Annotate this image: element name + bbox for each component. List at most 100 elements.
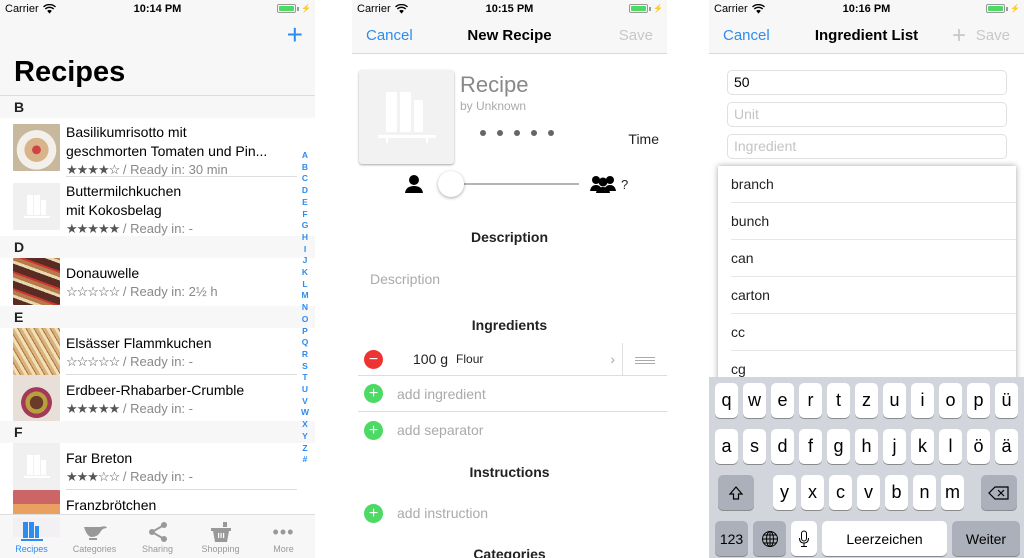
reorder-handle-icon[interactable] [635, 357, 655, 366]
index-letter[interactable]: B [299, 162, 311, 174]
key-f[interactable]: f [799, 429, 822, 464]
index-letter[interactable]: P [299, 326, 311, 338]
index-letter[interactable]: O [299, 314, 311, 326]
dictation-key[interactable] [791, 521, 817, 556]
rating-dot[interactable] [548, 130, 554, 136]
index-letter[interactable]: T [299, 372, 311, 384]
key-x[interactable]: x [801, 475, 824, 510]
index-letter[interactable]: W [299, 407, 311, 419]
key-ä[interactable]: ä [995, 429, 1018, 464]
rating-dot[interactable] [497, 130, 503, 136]
add-button[interactable]: + [952, 22, 966, 50]
index-letter[interactable]: E [299, 197, 311, 209]
key-u[interactable]: u [883, 383, 906, 418]
index-letter[interactable]: G [299, 220, 311, 232]
key-d[interactable]: d [771, 429, 794, 464]
key-r[interactable]: r [799, 383, 822, 418]
key-h[interactable]: h [855, 429, 878, 464]
recipe-list[interactable]: B Basilikumrisotto mit geschmorten Tomat… [0, 96, 315, 537]
numbers-key[interactable]: 123 [715, 521, 748, 556]
index-letter[interactable]: S [299, 361, 311, 373]
key-i[interactable]: i [911, 383, 934, 418]
key-c[interactable]: c [829, 475, 852, 510]
key-w[interactable]: w [743, 383, 766, 418]
save-button[interactable]: Save [619, 27, 653, 44]
index-letter[interactable]: F [299, 209, 311, 221]
index-letter[interactable]: A [299, 150, 311, 162]
rating-dot[interactable] [531, 130, 537, 136]
amount-field[interactable]: 50 [727, 70, 1007, 95]
recipe-row[interactable]: Erdbeer-Rhabarber-Crumble ★★★★★ / Ready … [0, 375, 315, 421]
globe-key[interactable] [753, 521, 786, 556]
rating-dot[interactable] [480, 130, 486, 136]
shift-key[interactable] [718, 475, 754, 510]
suggestion-item[interactable]: carton [731, 277, 1016, 314]
key-o[interactable]: o [939, 383, 962, 418]
add-separator-row[interactable]: + add separator [358, 412, 667, 448]
key-g[interactable]: g [827, 429, 850, 464]
index-letter[interactable]: Z [299, 443, 311, 455]
ingredient-field[interactable]: Ingredient [727, 134, 1007, 159]
key-q[interactable]: q [715, 383, 738, 418]
index-letter[interactable]: K [299, 267, 311, 279]
key-s[interactable]: s [743, 429, 766, 464]
suggestion-item[interactable]: cc [731, 314, 1016, 351]
suggestion-item[interactable]: branch [731, 166, 1016, 203]
rating-control[interactable] [480, 130, 554, 136]
index-letter[interactable]: M [299, 290, 311, 302]
save-button[interactable]: Save [976, 27, 1010, 44]
key-y[interactable]: y [773, 475, 796, 510]
slider-knob[interactable] [438, 171, 464, 197]
recipe-photo-button[interactable] [359, 70, 454, 164]
index-letter[interactable]: V [299, 396, 311, 408]
index-letter[interactable]: X [299, 419, 311, 431]
description-field[interactable]: Description [370, 271, 440, 287]
index-letter[interactable]: N [299, 302, 311, 314]
tab-more[interactable]: ••• More [252, 515, 315, 558]
rating-dot[interactable] [514, 130, 520, 136]
key-j[interactable]: j [883, 429, 906, 464]
index-letter[interactable]: H [299, 232, 311, 244]
key-l[interactable]: l [939, 429, 962, 464]
suggestion-item[interactable]: can [731, 240, 1016, 277]
recipe-row[interactable]: Buttermilchkuchen mit Kokosbelag ★★★★★ /… [0, 177, 315, 236]
delete-ingredient-button[interactable]: − [364, 349, 383, 369]
author-field[interactable]: by Unknown [460, 99, 526, 113]
space-key[interactable]: Leerzeichen [822, 521, 947, 556]
key-b[interactable]: b [885, 475, 908, 510]
delete-key[interactable] [981, 475, 1017, 510]
recipe-row[interactable]: Elsässer Flammkuchen ☆☆☆☆☆ / Ready in: - [0, 328, 315, 375]
index-letter[interactable]: R [299, 349, 311, 361]
recipe-name-field[interactable]: Recipe [460, 72, 528, 98]
key-n[interactable]: n [913, 475, 936, 510]
add-instruction-row[interactable]: + add instruction [358, 495, 667, 531]
key-e[interactable]: e [771, 383, 794, 418]
recipe-row[interactable]: Far Breton ★★★☆☆ / Ready in: - [0, 443, 315, 490]
tab-shopping[interactable]: Shopping [189, 515, 252, 558]
index-letter[interactable]: J [299, 255, 311, 267]
return-key[interactable]: Weiter [952, 521, 1020, 556]
recipe-row[interactable]: Donauwelle ☆☆☆☆☆ / Ready in: 2½ h [0, 258, 315, 306]
add-ingredient-row[interactable]: + add ingredient [358, 376, 667, 412]
index-letter[interactable]: C [299, 173, 311, 185]
tab-sharing[interactable]: Sharing [126, 515, 189, 558]
add-recipe-button[interactable]: + [287, 20, 303, 50]
index-letter[interactable]: D [299, 185, 311, 197]
tab-categories[interactable]: Categories [63, 515, 126, 558]
time-button[interactable]: Time [628, 131, 659, 147]
key-v[interactable]: v [857, 475, 880, 510]
key-ö[interactable]: ö [967, 429, 990, 464]
key-m[interactable]: m [941, 475, 964, 510]
section-index[interactable]: A B C D E F G H I J K L M N O P Q R S T U V W X Y Z # [299, 150, 311, 466]
index-letter[interactable]: Y [299, 431, 311, 443]
servings-slider[interactable]: ? [402, 170, 632, 198]
index-letter[interactable]: Q [299, 337, 311, 349]
ingredient-row[interactable]: − 100 g Flour › [358, 343, 667, 376]
tab-recipes[interactable]: Recipes [0, 515, 63, 558]
key-a[interactable]: a [715, 429, 738, 464]
key-ü[interactable]: ü [995, 383, 1018, 418]
unit-field[interactable]: Unit [727, 102, 1007, 127]
unit-suggestions-list[interactable]: branch bunch can carton cc cg [718, 166, 1016, 386]
index-letter[interactable]: # [299, 454, 311, 466]
suggestion-item[interactable]: bunch [731, 203, 1016, 240]
